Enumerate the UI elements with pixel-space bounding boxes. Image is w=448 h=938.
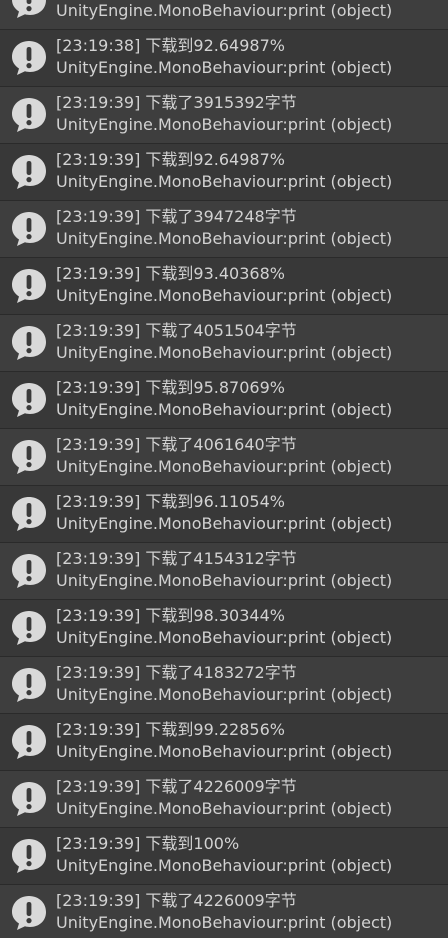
log-entry[interactable]: [23:19:39] 下载了4183272字节 UnityEngine.Mono… (0, 657, 448, 714)
log-message: [23:19:39] 下载到98.30344% (56, 606, 285, 625)
log-entry[interactable]: [23:19:39] 下载到92.64987% UnityEngine.Mono… (0, 144, 448, 201)
log-entry[interactable]: [23:19:38] 下载到92.64987% UnityEngine.Mono… (0, 30, 448, 87)
warning-speech-bubble-icon (12, 554, 46, 588)
log-entry[interactable]: [23:19:39] 下载了4226009字节 UnityEngine.Mono… (0, 885, 448, 938)
log-source: UnityEngine.MonoBehaviour:print (object) (56, 685, 393, 704)
log-message: [23:19:39] 下载了4061640字节 (56, 435, 297, 454)
log-entry[interactable]: [23:19:39] 下载到100% UnityEngine.MonoBehav… (0, 828, 448, 885)
warning-speech-bubble-icon (12, 782, 46, 816)
log-message: [23:19:39] 下载到99.22856% (56, 720, 285, 739)
warning-speech-bubble-icon (12, 212, 46, 246)
log-message: [23:19:39] 下载了4154312字节 (56, 549, 297, 568)
log-message: [23:19:39] 下载了3915392字节 (56, 93, 297, 112)
log-source: UnityEngine.MonoBehaviour:print (object) (56, 913, 393, 932)
log-source: UnityEngine.MonoBehaviour:print (object) (56, 856, 393, 875)
log-source: UnityEngine.MonoBehaviour:print (object) (56, 286, 393, 305)
log-source: UnityEngine.MonoBehaviour:print (object) (56, 1, 393, 20)
warning-speech-bubble-icon (12, 383, 46, 417)
log-entry[interactable]: [23:19:39] 下载到99.22856% UnityEngine.Mono… (0, 714, 448, 771)
log-entry[interactable]: UnityEngine.MonoBehaviour:print (object) (0, 0, 448, 30)
log-source: UnityEngine.MonoBehaviour:print (object) (56, 742, 393, 761)
log-entry[interactable]: [23:19:39] 下载了4051504字节 UnityEngine.Mono… (0, 315, 448, 372)
log-entry[interactable]: [23:19:39] 下载到95.87069% UnityEngine.Mono… (0, 372, 448, 429)
log-message: [23:19:39] 下载到95.87069% (56, 378, 285, 397)
log-entry[interactable]: [23:19:39] 下载到98.30344% UnityEngine.Mono… (0, 600, 448, 657)
warning-speech-bubble-icon (12, 0, 46, 18)
log-message: [23:19:39] 下载了4183272字节 (56, 663, 297, 682)
log-message: [23:19:39] 下载到100% (56, 834, 240, 853)
log-message: [23:19:38] 下载到92.64987% (56, 36, 285, 55)
warning-speech-bubble-icon (12, 668, 46, 702)
warning-speech-bubble-icon (12, 896, 46, 930)
console-window: UnityEngine.MonoBehaviour:print (object)… (0, 0, 448, 938)
warning-speech-bubble-icon (12, 440, 46, 474)
log-entry[interactable]: [23:19:39] 下载到96.11054% UnityEngine.Mono… (0, 486, 448, 543)
log-source: UnityEngine.MonoBehaviour:print (object) (56, 343, 393, 362)
warning-speech-bubble-icon (12, 611, 46, 645)
log-message: [23:19:39] 下载了4051504字节 (56, 321, 297, 340)
log-entry[interactable]: [23:19:39] 下载了4154312字节 UnityEngine.Mono… (0, 543, 448, 600)
log-source: UnityEngine.MonoBehaviour:print (object) (56, 172, 393, 191)
log-entry[interactable]: [23:19:39] 下载到93.40368% UnityEngine.Mono… (0, 258, 448, 315)
console-log-list[interactable]: UnityEngine.MonoBehaviour:print (object)… (0, 0, 448, 938)
warning-speech-bubble-icon (12, 725, 46, 759)
warning-speech-bubble-icon (12, 269, 46, 303)
log-message: [23:19:39] 下载到93.40368% (56, 264, 285, 283)
log-source: UnityEngine.MonoBehaviour:print (object) (56, 628, 393, 647)
log-entry[interactable]: [23:19:39] 下载了3947248字节 UnityEngine.Mono… (0, 201, 448, 258)
log-source: UnityEngine.MonoBehaviour:print (object) (56, 799, 393, 818)
log-source: UnityEngine.MonoBehaviour:print (object) (56, 115, 393, 134)
log-source: UnityEngine.MonoBehaviour:print (object) (56, 457, 393, 476)
warning-speech-bubble-icon (12, 98, 46, 132)
warning-speech-bubble-icon (12, 326, 46, 360)
log-source: UnityEngine.MonoBehaviour:print (object) (56, 514, 393, 533)
log-source: UnityEngine.MonoBehaviour:print (object) (56, 400, 393, 419)
log-source: UnityEngine.MonoBehaviour:print (object) (56, 571, 393, 590)
log-message: [23:19:39] 下载到92.64987% (56, 150, 285, 169)
log-source: UnityEngine.MonoBehaviour:print (object) (56, 229, 393, 248)
warning-speech-bubble-icon (12, 839, 46, 873)
log-entry[interactable]: [23:19:39] 下载了3915392字节 UnityEngine.Mono… (0, 87, 448, 144)
log-message: [23:19:39] 下载到96.11054% (56, 492, 285, 511)
warning-speech-bubble-icon (12, 41, 46, 75)
warning-speech-bubble-icon (12, 497, 46, 531)
log-message: [23:19:39] 下载了4226009字节 (56, 777, 297, 796)
log-entry[interactable]: [23:19:39] 下载了4061640字节 UnityEngine.Mono… (0, 429, 448, 486)
log-entry[interactable]: [23:19:39] 下载了4226009字节 UnityEngine.Mono… (0, 771, 448, 828)
log-message: [23:19:39] 下载了3947248字节 (56, 207, 297, 226)
log-source: UnityEngine.MonoBehaviour:print (object) (56, 58, 393, 77)
log-message: [23:19:39] 下载了4226009字节 (56, 891, 297, 910)
warning-speech-bubble-icon (12, 155, 46, 189)
